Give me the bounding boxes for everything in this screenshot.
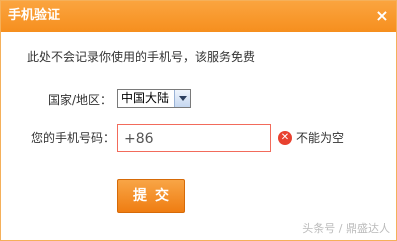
dialog-title: 手机验证 (8, 8, 61, 23)
region-select-value: 中国大陆 (121, 91, 170, 105)
phone-label: 您的手机号码： (31, 131, 116, 145)
close-icon[interactable]: × (373, 7, 391, 25)
error-message: 不能为空 (296, 131, 345, 145)
close-circle-icon: ✕ (278, 131, 292, 145)
privacy-notice: 此处不会记录你使用的手机号，该服务免费 (27, 50, 256, 64)
chevron-down-icon[interactable] (174, 90, 190, 107)
dialog-titlebar: 手机验证 × (1, 1, 396, 32)
submit-button[interactable]: 提交 (117, 179, 185, 213)
region-select[interactable]: 中国大陆 (117, 89, 191, 108)
phone-number-value: +86 (124, 131, 154, 147)
watermark: 头条号 / 鼎盛达人 (302, 222, 390, 235)
phone-number-input[interactable]: +86 (117, 124, 271, 152)
region-label: 国家/地区： (48, 93, 113, 107)
phone-verification-dialog: 手机验证 × 此处不会记录你使用的手机号，该服务免费 国家/地区： 中国大陆 您… (0, 0, 397, 241)
